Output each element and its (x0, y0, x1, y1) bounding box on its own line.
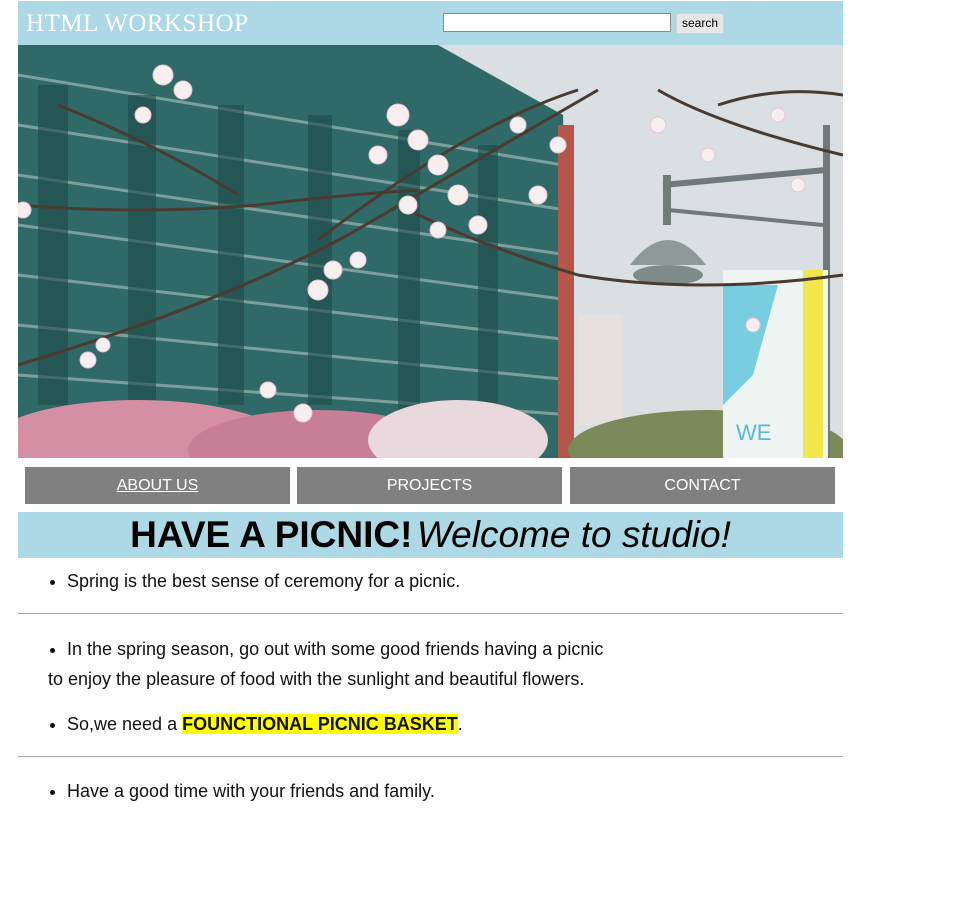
header: HTML WORKSHOP search (18, 1, 843, 45)
page-subtitle: Welcome to studio! (416, 514, 731, 555)
divider (18, 613, 843, 614)
cherry-blossom-photo: WE ARE (18, 45, 843, 458)
nav-item-about-us[interactable]: ABOUT US (25, 467, 290, 504)
list-item: Have a good time with your friends and f… (67, 776, 843, 806)
nav-item-projects[interactable]: PROJECTS (297, 467, 562, 504)
nav-item-contact[interactable]: CONTACT (570, 467, 835, 504)
main-nav: ABOUT US PROJECTS CONTACT (18, 458, 843, 512)
content-list-4: Have a good time with your friends and f… (18, 776, 843, 806)
page-title: HAVE A PICNIC! (130, 514, 413, 555)
hero-image: WE ARE (18, 45, 843, 458)
list-item: In the spring season, go out with some g… (48, 634, 843, 694)
page: HTML WORKSHOP search WE ABOUT US PROJECT… (18, 1, 843, 806)
highlighted-text: FOUNCTIONAL PICNIC BASKET (182, 714, 458, 734)
svg-text:WE: WE (736, 420, 771, 445)
list-item-text: In the spring season, go out with some g… (67, 639, 604, 659)
search-input[interactable] (443, 13, 671, 32)
content-list-2: In the spring season, go out with some g… (18, 634, 843, 694)
content-list-1: Spring is the best sense of ceremony for… (18, 566, 843, 596)
site-logo[interactable]: HTML WORKSHOP (26, 10, 249, 38)
divider (18, 756, 843, 757)
list-item-text: So,we need a (67, 714, 183, 734)
page-title-banner: HAVE A PICNIC! Welcome to studio! (18, 512, 843, 558)
list-item-text: . (457, 714, 463, 734)
list-item: So,we need a FOUNCTIONAL PICNIC BASKET. (67, 709, 843, 739)
content-list-3: So,we need a FOUNCTIONAL PICNIC BASKET. (18, 709, 843, 739)
search-button[interactable]: search (676, 13, 725, 34)
list-item-text-continued: to enjoy the pleasure of food with the s… (48, 669, 585, 689)
list-item: Spring is the best sense of ceremony for… (67, 566, 843, 596)
